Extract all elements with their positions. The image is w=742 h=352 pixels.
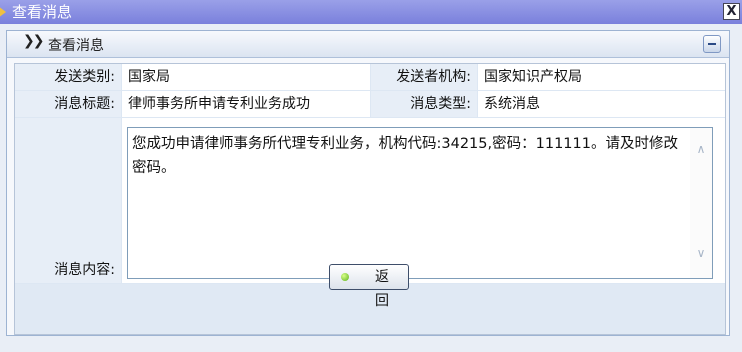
back-button-label: 返 回 bbox=[375, 269, 395, 309]
collapse-button[interactable] bbox=[703, 35, 721, 53]
message-content-textarea[interactable]: 您成功申请律师事务所代理专利业务，机构代码:34215,密码：111111。请及… bbox=[127, 127, 713, 279]
send-category-label: 发送类别: bbox=[15, 64, 121, 90]
sender-org-label: 发送者机构: bbox=[371, 64, 477, 90]
message-content-cell: 您成功申请律师事务所代理专利业务，机构代码:34215,密码：111111。请及… bbox=[122, 118, 725, 283]
scroll-down-icon[interactable]: ∨ bbox=[693, 246, 709, 260]
message-type-label: 消息类型: bbox=[371, 91, 477, 117]
green-dot-icon bbox=[341, 273, 349, 281]
panel-header: ❯❯ 查看消息 bbox=[7, 31, 729, 58]
double-chevron-right-icon: ❯❯ bbox=[23, 33, 45, 49]
message-title-value: 律师事务所申请专利业务成功 bbox=[122, 91, 370, 117]
sender-org-value: 国家知识产权局 bbox=[478, 64, 725, 90]
window-title: 查看消息 bbox=[12, 3, 73, 21]
message-type-value: 系统消息 bbox=[478, 91, 725, 117]
message-content-label: 消息内容: bbox=[15, 118, 121, 283]
send-category-value: 国家局 bbox=[122, 64, 370, 90]
window-titlebar: 查看消息 X bbox=[0, 0, 742, 24]
textarea-scrollbar[interactable]: ∧ ∨ bbox=[690, 128, 712, 278]
message-content-text: 您成功申请律师事务所代理专利业务，机构代码:34215,密码：111111。请及… bbox=[132, 136, 678, 176]
message-panel: ❯❯ 查看消息 发送类别: 国家局 发送者机构: 国家知识产权局 消息标题: 律… bbox=[6, 30, 730, 336]
scroll-up-icon[interactable]: ∧ bbox=[693, 142, 709, 156]
back-button[interactable]: 返 回 bbox=[329, 264, 409, 309]
close-icon: X bbox=[726, 4, 737, 19]
message-title-label: 消息标题: bbox=[15, 91, 121, 117]
close-button[interactable]: X bbox=[723, 3, 740, 20]
titlebar-arrow-icon bbox=[0, 6, 6, 18]
panel-title: 查看消息 bbox=[48, 38, 104, 54]
